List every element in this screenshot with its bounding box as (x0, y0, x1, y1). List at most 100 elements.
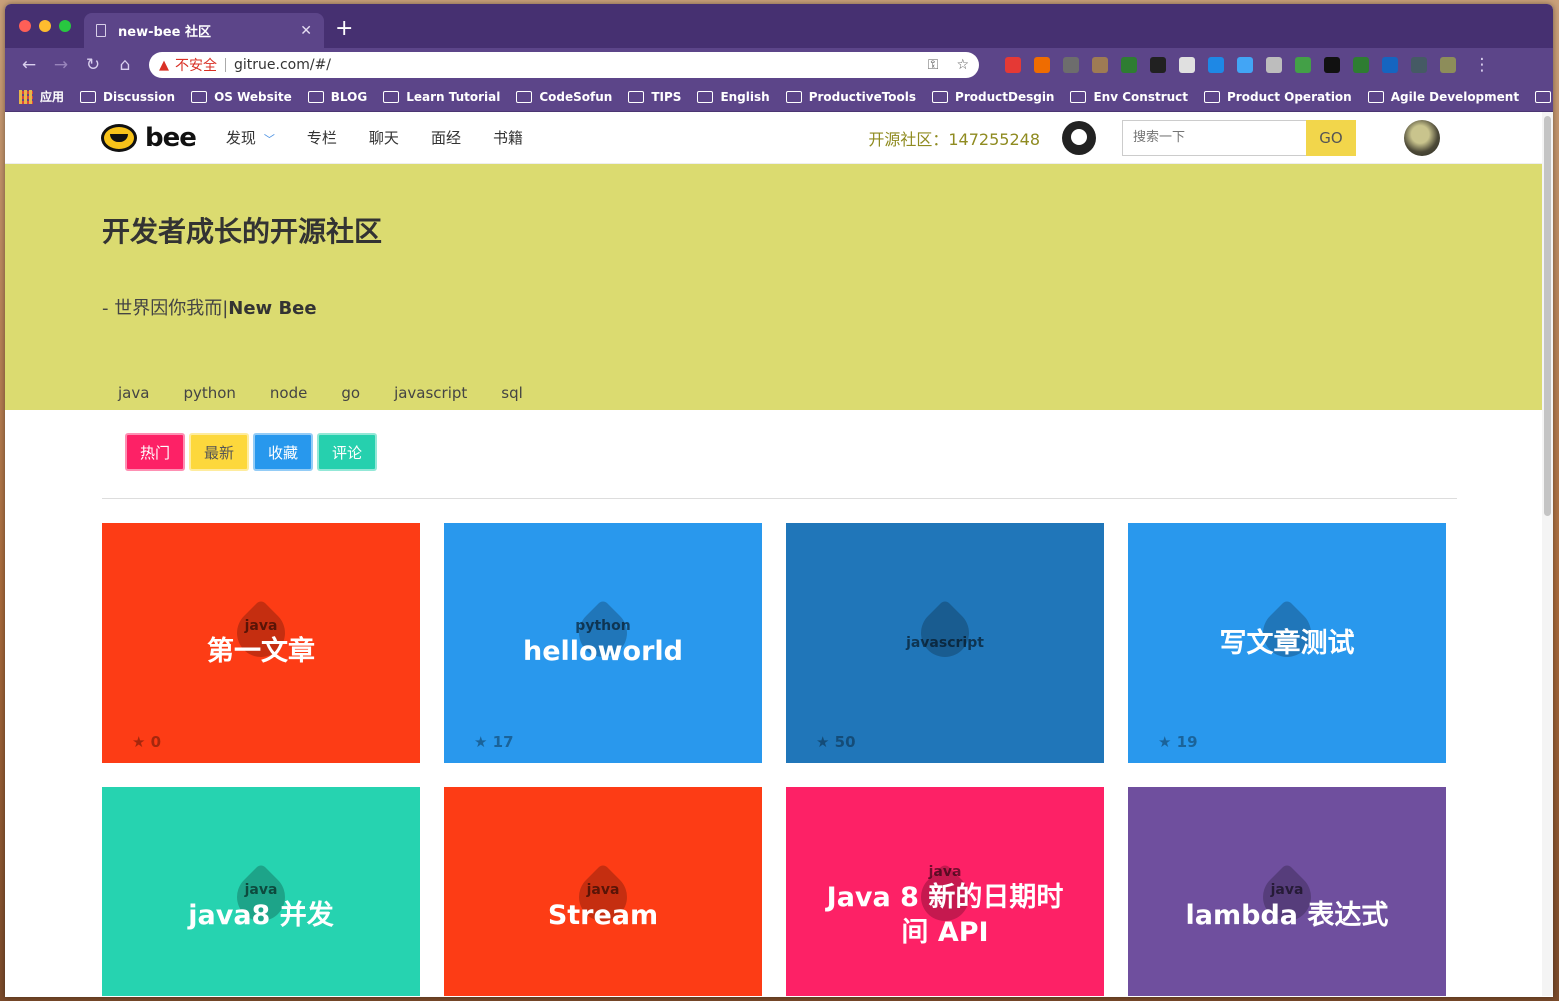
language-tag[interactable]: node (270, 384, 307, 402)
browser-menu-icon[interactable]: ⋮ (1466, 55, 1498, 75)
bookmark-label: Env Construct (1093, 89, 1189, 104)
home-icon[interactable]: ⌂ (109, 55, 141, 75)
language-tag[interactable]: javascript (394, 384, 467, 402)
language-tag[interactable]: java (118, 384, 149, 402)
star-value: 50 (834, 733, 856, 751)
bookmark-item[interactable]: OS Website (191, 90, 292, 104)
star-count: ★ 50 (816, 733, 856, 751)
extension-icon[interactable] (1092, 57, 1108, 73)
extension-icon[interactable] (1266, 57, 1282, 73)
article-card[interactable]: java java8 并发 (102, 787, 420, 996)
filter-button[interactable]: 最新 (189, 433, 250, 471)
zoom-window-button[interactable] (59, 20, 71, 32)
bookmark-item[interactable]: 应用 (19, 88, 64, 105)
article-card[interactable]: java lambda 表达式 (1128, 787, 1446, 996)
article-card[interactable]: python helloworld ★ 17 (444, 523, 762, 763)
bookmark-item[interactable]: TIPS (628, 90, 681, 104)
folder-icon (1204, 90, 1221, 103)
filter-button[interactable]: 收藏 (253, 433, 314, 471)
tab-close-icon[interactable]: ✕ (300, 23, 312, 39)
language-tag[interactable]: go (341, 384, 360, 402)
bookmark-label: OS Website (214, 89, 292, 104)
folder-icon (1367, 90, 1384, 103)
bookmark-item[interactable]: English (697, 89, 770, 104)
menu-item-chat[interactable]: 聊天 (369, 127, 399, 148)
extension-icon[interactable] (1208, 57, 1224, 73)
folder-icon (80, 90, 97, 103)
bookmark-label: English (720, 89, 770, 104)
extension-icon[interactable] (1179, 57, 1195, 73)
bookmark-item[interactable]: Env Construct (1070, 90, 1188, 104)
extension-icon[interactable] (1324, 57, 1340, 73)
folder-icon (307, 90, 324, 103)
close-window-button[interactable] (19, 20, 31, 32)
bookmark-label: Agile Development (1390, 89, 1520, 104)
menu-item-books[interactable]: 书籍 (493, 127, 523, 148)
extension-icon[interactable] (1382, 57, 1398, 73)
star-value: 19 (1176, 733, 1198, 751)
bookmark-item[interactable]: CodeSofun (516, 90, 612, 104)
minimize-window-button[interactable] (39, 20, 51, 32)
key-icon[interactable]: ⚿ (928, 57, 939, 73)
address-bar[interactable]: ▲ 不安全 gitrue.com/#/ ⚿ ☆ (149, 52, 979, 78)
bookmark-item[interactable]: BLOG (307, 90, 367, 104)
extension-icon[interactable] (1063, 57, 1079, 73)
sort-filters: 热门 最新 收藏 评论 (5, 410, 1553, 471)
github-icon[interactable] (1062, 120, 1096, 155)
card-tag: java (244, 617, 278, 634)
site-logo[interactable]: bee (101, 123, 197, 153)
extension-icon[interactable] (1295, 57, 1311, 73)
filter-button[interactable]: 评论 (317, 433, 378, 471)
article-card[interactable]: java Java 8 新的日期时间 API (786, 787, 1104, 996)
extension-icon[interactable] (1034, 57, 1050, 73)
filter-button[interactable]: 热门 (125, 433, 186, 471)
article-card[interactable]: java 第一文章 ★ 0 (102, 523, 420, 763)
extension-icon[interactable] (1121, 57, 1137, 73)
card-tag: java (928, 864, 962, 880)
extension-icon[interactable] (1440, 57, 1456, 73)
avatar[interactable] (1404, 119, 1440, 156)
bookmark-item[interactable]: Product Operation (1204, 90, 1352, 104)
article-card[interactable]: 写文章测试 ★ 19 (1128, 523, 1446, 763)
extension-icon[interactable] (1150, 57, 1166, 73)
site-header: bee 发现 ﹀ 专栏 聊天 面经 书籍 开源社区：147255248 GO (5, 112, 1553, 164)
bookmark-item[interactable]: Learn Tutorial (383, 90, 500, 104)
star-value: 17 (492, 733, 514, 751)
bookmark-item[interactable]: Discussion (80, 90, 175, 104)
bookmark-label: CodeSofun (539, 89, 613, 104)
search-go-button[interactable]: GO (1306, 119, 1356, 156)
folder-icon (697, 90, 714, 103)
extension-icon[interactable] (1353, 57, 1369, 73)
url-text[interactable]: gitrue.com/#/ (234, 57, 928, 73)
bookmark-item[interactable]: ProductDesgin (932, 90, 1054, 104)
bookmark-item[interactable]: ProductiveTools (785, 90, 916, 104)
reload-icon[interactable]: ↻ (77, 55, 109, 75)
new-tab-button[interactable]: + (335, 16, 353, 41)
article-card[interactable]: java Stream (444, 787, 762, 996)
article-card[interactable]: javascript ★ 50 (786, 523, 1104, 763)
scrollbar-thumb[interactable] (1544, 116, 1551, 516)
menu-item-interviews[interactable]: 面经 (431, 127, 461, 148)
forward-icon[interactable]: → (45, 55, 77, 75)
bee-logo-icon (101, 123, 137, 152)
divider (102, 498, 1457, 499)
search-input[interactable] (1122, 119, 1306, 156)
bookmark-star-icon[interactable]: ☆ (956, 57, 969, 73)
extensions-bar (1005, 57, 1456, 73)
card-title: Java 8 新的日期时间 API (826, 882, 1064, 948)
omnibox-separator (225, 58, 226, 72)
back-icon[interactable]: ← (13, 55, 45, 75)
extension-icon[interactable] (1411, 57, 1427, 73)
menu-item-discover[interactable]: 发现 ﹀ (226, 127, 275, 148)
extension-icon[interactable] (1237, 57, 1253, 73)
browser-tab[interactable]: new-bee 社区 ✕ (84, 13, 324, 48)
bookmark-item[interactable]: MakeMoney (1535, 90, 1553, 104)
bookmark-item[interactable]: Agile Development (1367, 89, 1520, 104)
page-scrollbar[interactable] (1542, 112, 1553, 996)
menu-item-columns[interactable]: 专栏 (307, 127, 337, 148)
tag-icon (911, 599, 979, 667)
language-tag[interactable]: sql (501, 384, 523, 402)
extension-icon[interactable] (1005, 57, 1021, 73)
language-tag[interactable]: python (183, 384, 235, 402)
star-count: ★ 19 (1158, 733, 1198, 751)
